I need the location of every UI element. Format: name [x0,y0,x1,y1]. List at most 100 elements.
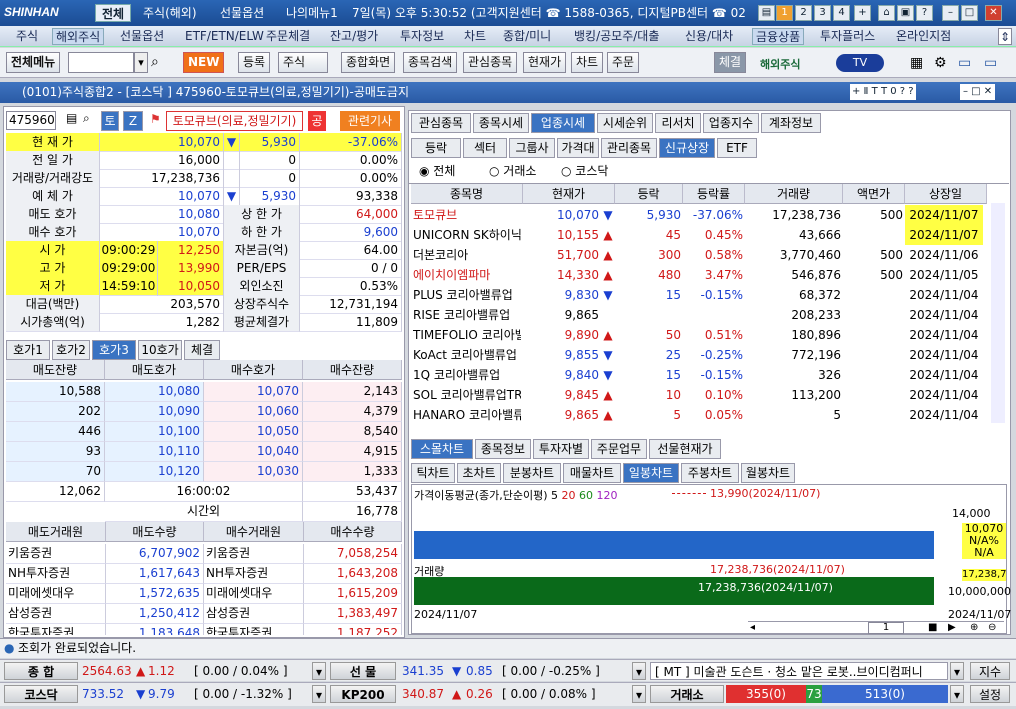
chevron-down-icon[interactable]: ▾ [312,685,326,703]
market-label[interactable]: 거래소 [650,685,724,703]
chart-tab-0[interactable]: 틱차트 [411,463,455,483]
table-row[interactable]: UNICORN SK하이닉스 10,155 ▲ 45 0.45% 43,666 2024/1… [411,225,985,245]
print-icon[interactable]: ▣ [897,5,914,21]
menu-credit[interactable]: 신용/대차 [685,28,733,45]
table-row[interactable]: 에이치이엠파마 14,330 ▲ 480 3.47% 546,876 500 2024/11/… [411,265,985,285]
menu-search-input[interactable] [68,52,134,73]
sub-tab-5[interactable]: 신규상장 [659,138,715,158]
table-row[interactable]: HANARO 코리아밸류업 9,865 ▲ 5 0.05% 5 2024/11/04 [411,405,985,425]
layout-icon[interactable]: ▭ [958,55,971,71]
chart-button[interactable]: 차트 [571,52,604,73]
listing-scrollbar[interactable] [991,203,1005,423]
table-row[interactable]: 더본코리아 51,700 ▲ 300 0.58% 3,770,460 500 2024/11/… [411,245,985,265]
table-row[interactable]: SOL 코리아밸류업TR 9,845 ▲ 10 0.10% 113,200 2024/11/… [411,385,985,405]
menu-overseas-stock[interactable]: 해외주식 [52,28,105,45]
zoom-input[interactable]: 1 [868,622,904,634]
order-button[interactable]: 주문 [607,52,640,73]
scroll-left-icon[interactable]: ◂ [750,622,755,633]
stock-btn-z[interactable]: Z [123,111,143,131]
sub-tab-2[interactable]: 그룹사 [509,138,555,158]
settings-button[interactable]: 설정 [970,685,1010,703]
composite-screen-button[interactable]: 종합화면 [341,52,396,73]
chart-scroll-controls[interactable]: ◂ 1 ■ ▶ ⊕ ⊖ [748,621,1004,634]
related-news-button[interactable]: 관련기사 [340,111,400,131]
chart-tab-5[interactable]: 주봉차트 [681,463,739,483]
table-row[interactable]: KoAct 코리아밸류업 9,855 ▼ 25 -0.25% 772,196 2024/11… [411,345,985,365]
menu-chart[interactable]: 차트 [464,28,486,45]
search-icon[interactable]: ⌕ [83,111,90,126]
listing-name[interactable]: TIMEFOLIO 코리아밸 [413,325,521,345]
right-tab-2[interactable]: 업종시세 [531,113,595,133]
menu-mini[interactable]: 종합/미니 [503,28,551,45]
topmenu-overseas[interactable]: 주식(해외) [137,4,203,22]
chevron-down-icon[interactable]: ▾ [950,662,964,680]
tab-number-3[interactable]: 3 [814,5,831,21]
listing-name[interactable]: 에이치이엠파마 [413,265,521,285]
register-button[interactable]: 등록 [238,52,271,73]
add-icon[interactable]: + [854,5,871,21]
tab-number-1[interactable]: 1 [776,5,793,21]
right-tab-3[interactable]: 시세순위 [597,113,653,133]
news-ticker[interactable]: [ MT ] 미술관 도슨트 · 청소 맡은 로봇..브이디컴퍼니 [650,662,948,680]
stock-code-input[interactable]: 475960 [6,111,56,130]
sub-tab-1[interactable]: 섹터 [463,138,507,158]
menu-invest-plus[interactable]: 투자플러스 [820,28,875,45]
list-icon[interactable]: ▤ [66,111,77,125]
flag-icon[interactable]: ⚑ [150,112,161,126]
listing-name[interactable]: PLUS 코리아밸류업 [413,285,521,305]
menu-invest-info[interactable]: 투자정보 [400,28,444,45]
menu-order[interactable]: 주문체결 [266,28,310,45]
current-price-button[interactable]: 현재가 [523,52,567,73]
window-icon[interactable]: ▭ [984,55,997,71]
topmenu-futures[interactable]: 선물옵션 [214,4,270,22]
play-icon[interactable]: ▶ [948,622,956,633]
zoom-out-icon[interactable]: ⊖ [988,622,996,633]
listing-name[interactable]: 더본코리아 [413,245,521,265]
minimize-icon[interactable]: – [942,5,959,21]
orderbook-tab-2[interactable]: 호가3 [92,340,136,360]
listing-name[interactable]: SOL 코리아밸류업TR [413,385,521,405]
table-row[interactable]: RISE 코리아밸류업 9,865 208,233 2024/11/04 [411,305,985,325]
table-row[interactable]: TIMEFOLIO 코리아밸 9,890 ▲ 50 0.51% 180,896 2024/1… [411,325,985,345]
right-tab-6[interactable]: 계좌정보 [761,113,821,133]
stock-search-button[interactable]: 종목검색 [403,52,458,73]
radio-kospi[interactable]: ○ 거래소 [489,162,536,179]
table-row[interactable]: 1Q 코리아밸류업 9,840 ▼ 15 -0.15% 326 2024/11/04 [411,365,985,385]
window-tools[interactable]: + Ⅱ T T 0 ? ? [850,84,916,100]
chart-tab-2[interactable]: 분봉차트 [503,463,561,483]
bottom-tab-3[interactable]: 주문업무 [591,439,647,459]
index-button[interactable]: 지수 [970,662,1010,680]
topmenu-mymenu[interactable]: 나의메뉴1 [280,4,344,22]
chevron-down-icon[interactable]: ▾ [950,685,964,703]
stop-icon[interactable]: ■ [928,622,937,633]
zoom-in-icon[interactable]: ⊕ [970,622,978,633]
menu-scroll-icon[interactable]: ⇕ [998,28,1012,45]
tab-number-2[interactable]: 2 [795,5,812,21]
menu-stock[interactable]: 주식 [16,28,38,45]
window-controls[interactable]: – □ ✕ [960,84,996,100]
maximize-icon[interactable]: □ [961,5,978,21]
sub-tab-3[interactable]: 가격대 [557,138,599,158]
listing-name[interactable]: UNICORN SK하이닉스 [413,225,521,245]
bottom-tab-2[interactable]: 투자자별 [533,439,589,459]
right-tab-1[interactable]: 종목시세 [473,113,529,133]
table-row[interactable]: PLUS 코리아밸류업 9,830 ▼ 15 -0.15% 68,372 2024/11/0… [411,285,985,305]
orderbook-tab-1[interactable]: 호가2 [52,340,90,360]
sub-tab-4[interactable]: 관리종목 [601,138,657,158]
menu-banking[interactable]: 뱅킹/공모주/대출 [574,28,659,45]
listing-name[interactable]: HANARO 코리아밸류업 [413,405,521,425]
menu-financial-products[interactable]: 금융상품 [752,28,805,45]
bottom-tab-4[interactable]: 선물현재가 [649,439,721,459]
right-tab-5[interactable]: 업종지수 [703,113,759,133]
radio-all[interactable]: ◉ 전체 [419,162,455,179]
overseas-stock-link[interactable]: 해외주식 [760,56,800,72]
lock-icon[interactable]: ▤ [758,5,775,21]
help-icon[interactable]: ? [916,5,933,21]
home-icon[interactable]: ⌂ [878,5,895,21]
table-row[interactable]: 토모큐브 10,070 ▼ 5,930 -37.06% 17,238,736 500 2024… [411,205,985,225]
stock-btn-to[interactable]: 토 [101,111,119,131]
chevron-down-icon[interactable]: ▾ [632,662,646,680]
chart-tab-4[interactable]: 일봉차트 [623,463,679,483]
sub-tab-0[interactable]: 등락 [411,138,461,158]
chevron-down-icon[interactable]: ▾ [632,685,646,703]
